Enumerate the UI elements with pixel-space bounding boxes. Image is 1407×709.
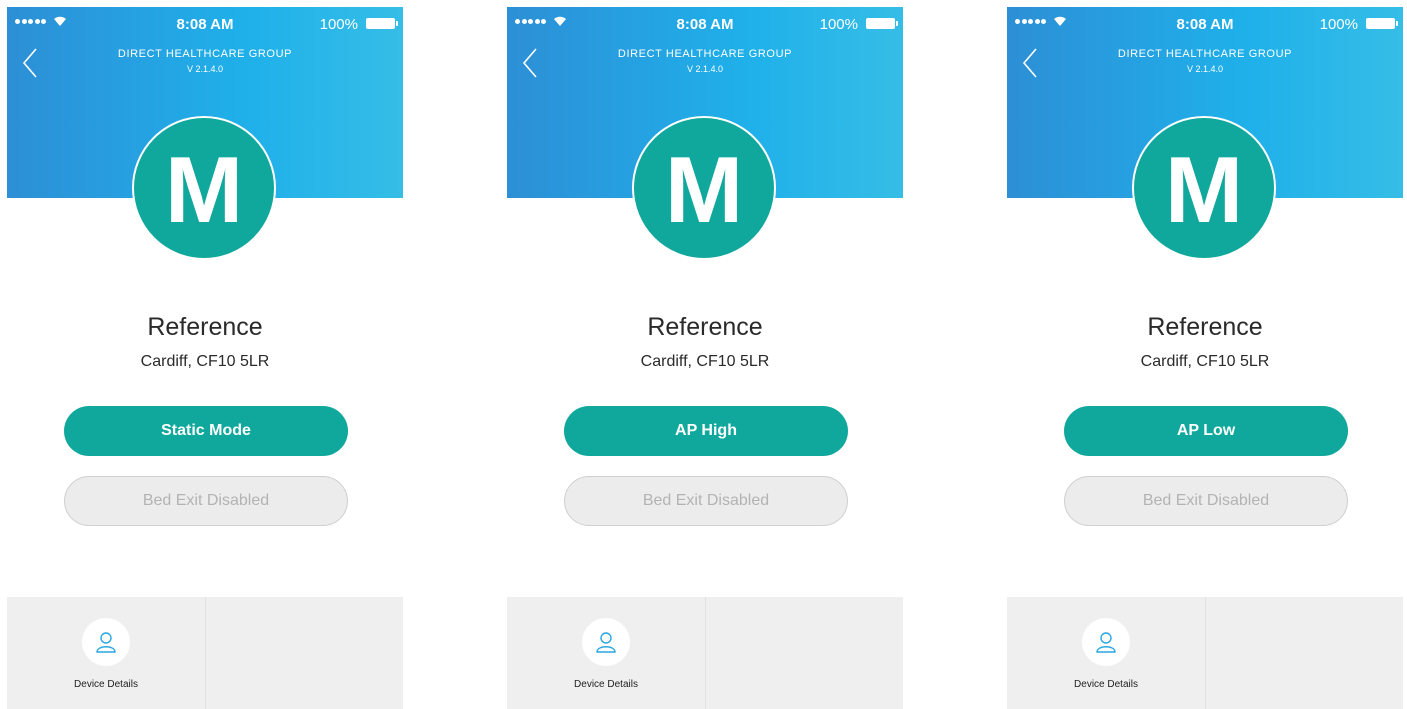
- avatar-initial: M: [164, 137, 244, 242]
- organization-name: DIRECT HEALTHCARE GROUP: [1117, 48, 1293, 60]
- avatar-initial: M: [1164, 137, 1244, 242]
- user-icon: [1082, 618, 1130, 666]
- page-title: Reference: [147, 313, 263, 341]
- avatar: M: [1132, 116, 1276, 260]
- phone-screen-ap-low: 8:08 AM 100% DIRECT HEALTHCARE GROUP V 2…: [1007, 7, 1403, 709]
- tab-divider: [705, 597, 706, 709]
- status-bar: 8:08 AM 100%: [507, 7, 903, 37]
- battery-icon: [366, 18, 398, 29]
- mode-button[interactable]: AP Low: [1064, 406, 1348, 456]
- battery-icon: [1366, 18, 1398, 29]
- battery-percent: 100%: [1319, 16, 1358, 33]
- address-text: Cardiff, CF10 5LR: [140, 353, 270, 370]
- battery-icon: [866, 18, 898, 29]
- app-version: V 2.1.4.0: [686, 64, 724, 74]
- address-text: Cardiff, CF10 5LR: [640, 353, 770, 370]
- tab-label-device-details: Device Details: [574, 679, 638, 690]
- phone-screen-ap-high: 8:08 AM 100% DIRECT HEALTHCARE GROUP V 2…: [507, 7, 903, 709]
- mode-button[interactable]: Static Mode: [64, 406, 348, 456]
- bed-exit-button[interactable]: Bed Exit Disabled: [1064, 476, 1348, 526]
- phone-screen-static-mode: 8:08 AM 100% DIRECT HEALTHCARE GROUP V 2…: [7, 7, 403, 709]
- organization-name: DIRECT HEALTHCARE GROUP: [617, 48, 793, 60]
- bed-exit-button[interactable]: Bed Exit Disabled: [64, 476, 348, 526]
- avatar-initial: M: [664, 137, 744, 242]
- address-text: Cardiff, CF10 5LR: [1140, 353, 1270, 370]
- tab-label-device-details: Device Details: [74, 679, 138, 690]
- mode-button[interactable]: AP High: [564, 406, 848, 456]
- battery-percent: 100%: [819, 16, 858, 33]
- tab-bar: Device Details: [7, 597, 403, 709]
- status-bar: 8:08 AM 100%: [1007, 7, 1403, 37]
- tab-bar: Device Details: [1007, 597, 1403, 709]
- tab-device-details[interactable]: Device Details: [507, 597, 705, 709]
- battery-percent: 100%: [319, 16, 358, 33]
- user-icon: [82, 618, 130, 666]
- app-version: V 2.1.4.0: [186, 64, 224, 74]
- bed-exit-button[interactable]: Bed Exit Disabled: [564, 476, 848, 526]
- organization-name: DIRECT HEALTHCARE GROUP: [117, 48, 293, 60]
- user-icon: [582, 618, 630, 666]
- tab-label-device-details: Device Details: [1074, 679, 1138, 690]
- page-title: Reference: [1147, 313, 1263, 341]
- status-bar: 8:08 AM 100%: [7, 7, 403, 37]
- tab-device-details[interactable]: Device Details: [7, 597, 205, 709]
- tab-divider: [205, 597, 206, 709]
- tab-device-details[interactable]: Device Details: [1007, 597, 1205, 709]
- tab-divider: [1205, 597, 1206, 709]
- tab-bar: Device Details: [507, 597, 903, 709]
- app-version: V 2.1.4.0: [1186, 64, 1224, 74]
- page-title: Reference: [647, 313, 763, 341]
- avatar: M: [132, 116, 276, 260]
- avatar: M: [632, 116, 776, 260]
